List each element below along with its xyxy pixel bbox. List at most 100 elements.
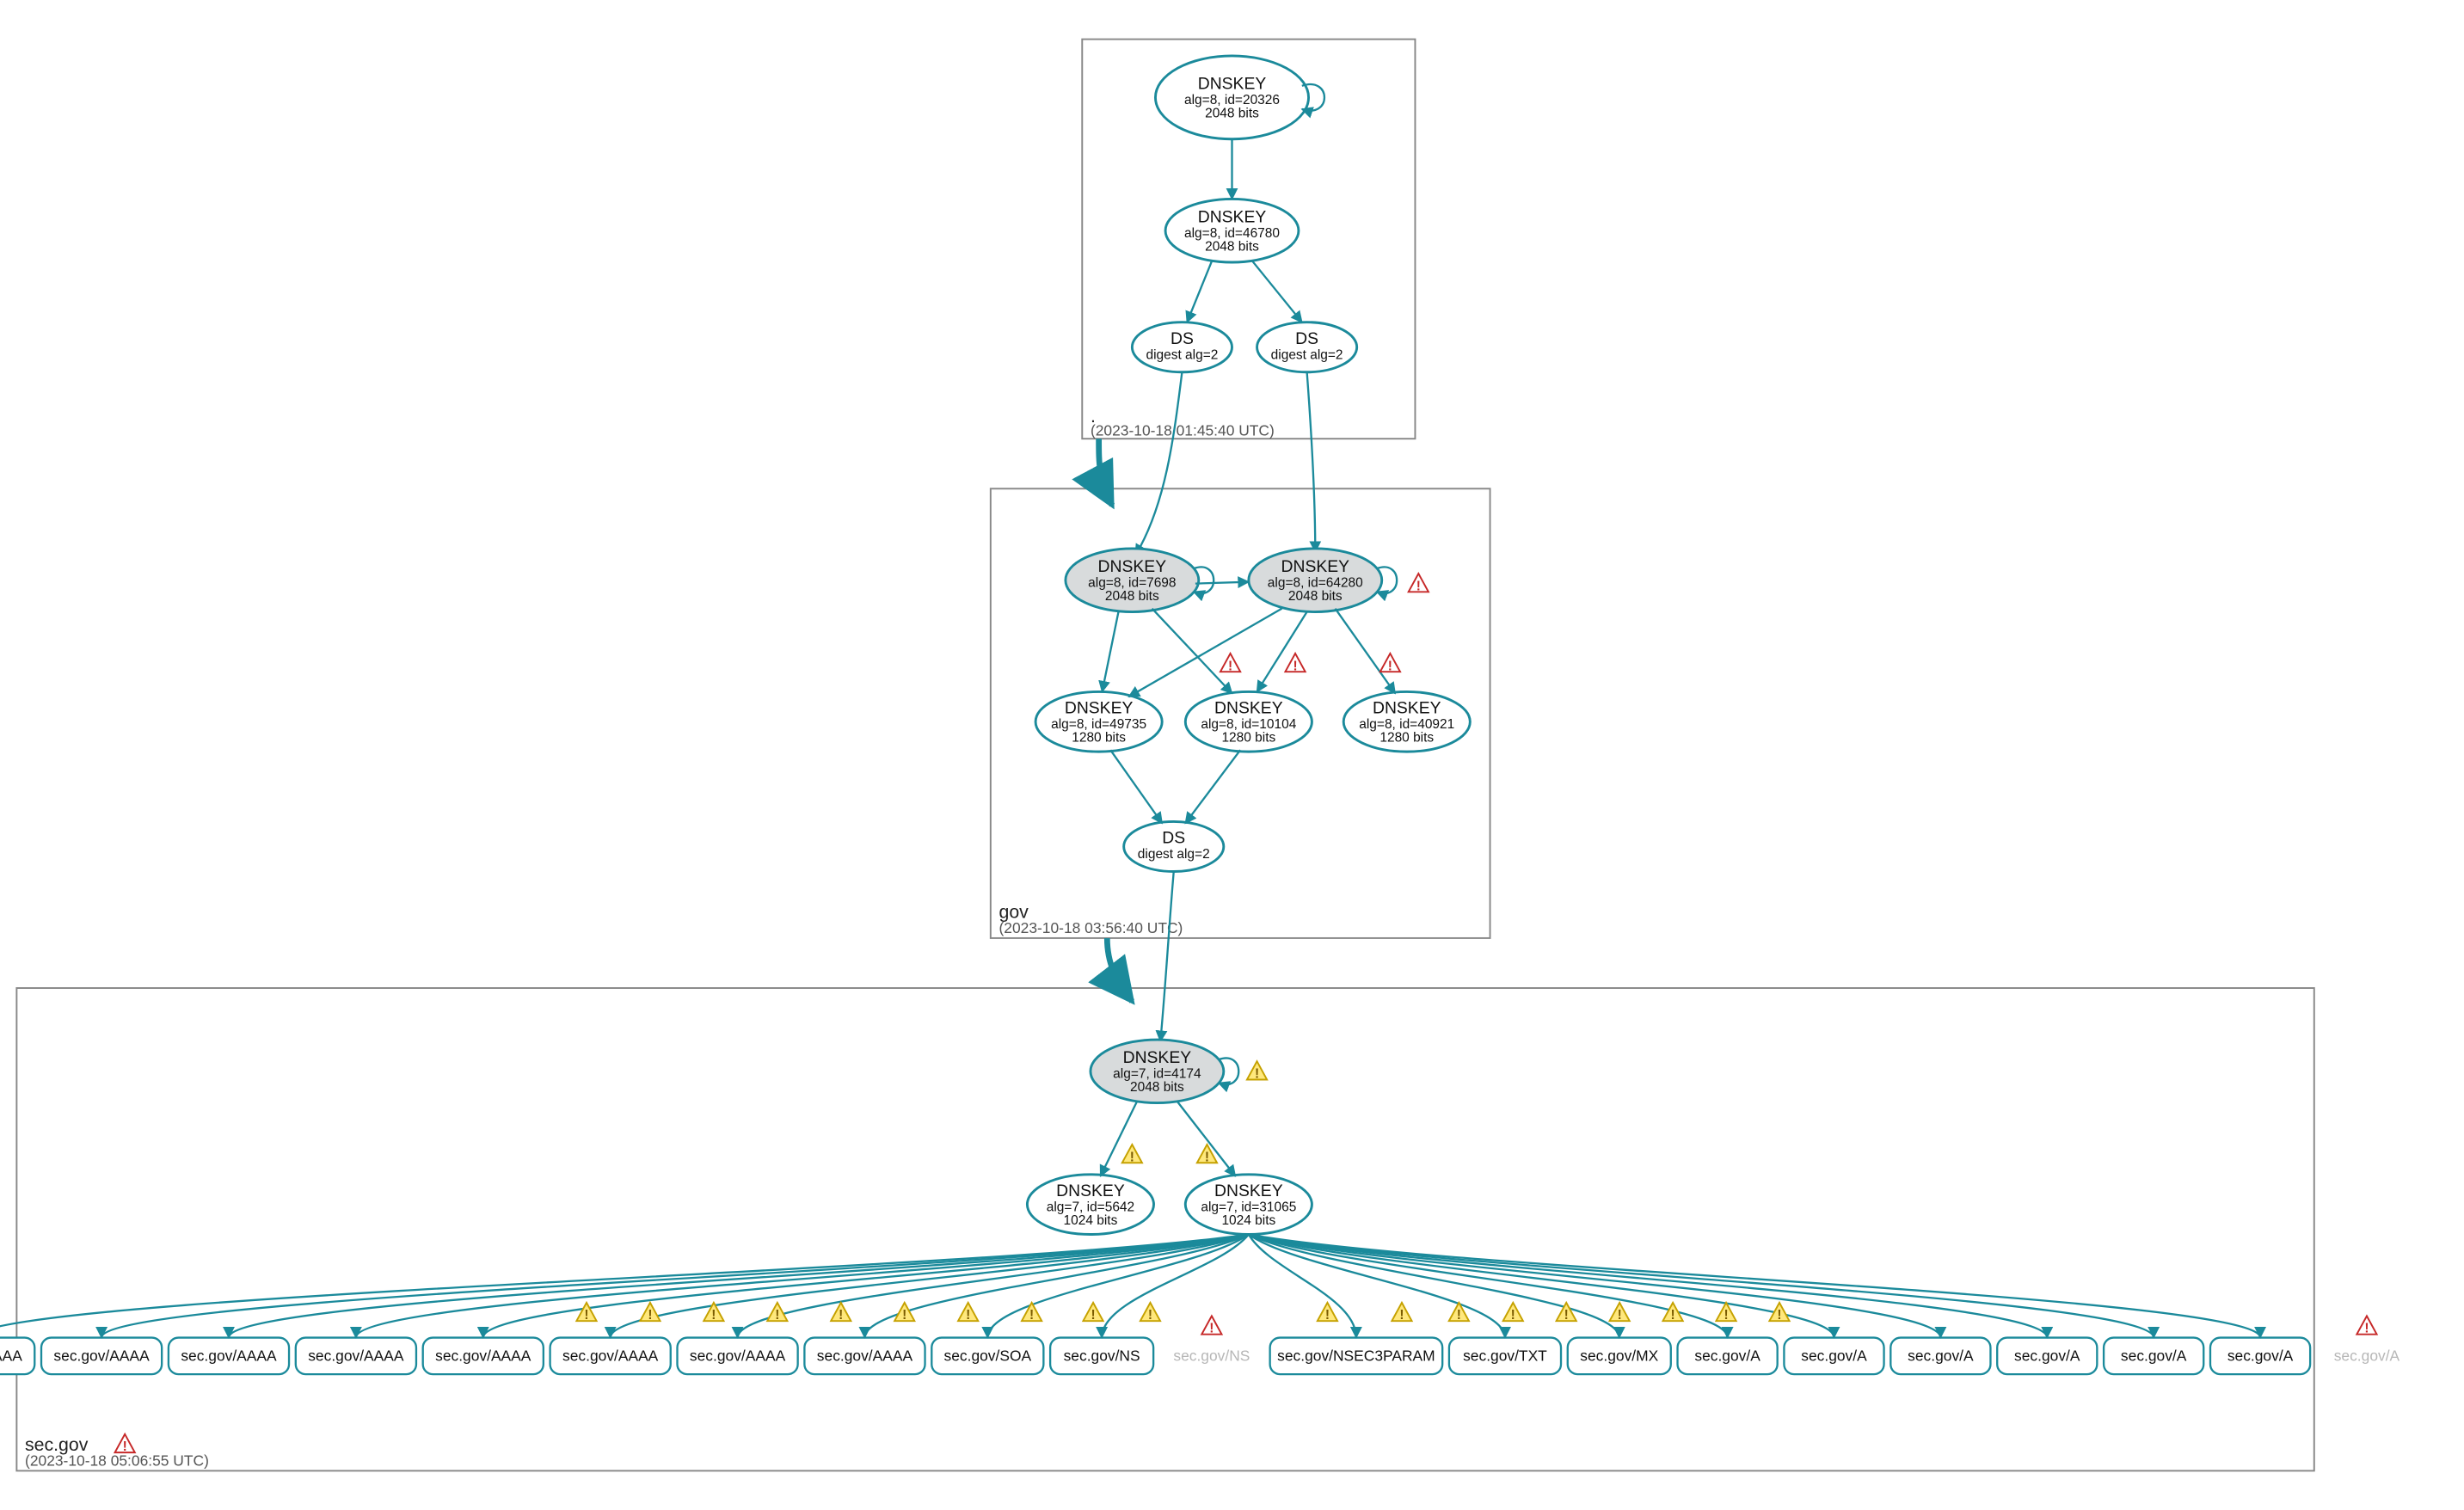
svg-text:!: ! <box>1293 659 1297 673</box>
warning-icon: ! <box>1122 1145 1142 1164</box>
warning-icon: ! <box>1247 1061 1267 1081</box>
svg-text:DNSKEY: DNSKEY <box>1098 557 1167 576</box>
gov-zsk1[interactable]: DNSKEY alg=8, id=49735 1280 bits <box>1035 691 1162 752</box>
svg-text:DNSKEY: DNSKEY <box>1065 699 1134 718</box>
svg-text:!: ! <box>1029 1308 1034 1323</box>
svg-text:DNSKEY: DNSKEY <box>1214 699 1283 718</box>
error-icon: ! <box>1380 654 1400 673</box>
svg-text:2048 bits: 2048 bits <box>1105 589 1159 604</box>
svg-text:!: ! <box>902 1308 906 1323</box>
svg-text:!: ! <box>711 1308 716 1323</box>
svg-text:alg=7, id=5642: alg=7, id=5642 <box>1047 1200 1134 1214</box>
rrset-label: sec.gov/A <box>2014 1347 2080 1365</box>
svg-text:1280 bits: 1280 bits <box>1379 731 1434 746</box>
sec-zsk2[interactable]: DNSKEY alg=7, id=31065 1024 bits <box>1185 1175 1312 1235</box>
svg-text:alg=8, id=49735: alg=8, id=49735 <box>1051 717 1146 732</box>
warning-icon: ! <box>576 1303 596 1323</box>
rrset-label: sec.gov/SOA <box>944 1347 1032 1365</box>
rrset-label: sec.gov/AAAA <box>690 1347 786 1365</box>
warning-icon: ! <box>1140 1303 1160 1323</box>
svg-text:1024 bits: 1024 bits <box>1221 1213 1275 1228</box>
error-icon: ! <box>1285 654 1305 673</box>
svg-text:2048 bits: 2048 bits <box>1205 239 1259 254</box>
gov-ksk2[interactable]: DNSKEY alg=8, id=64280 2048 bits <box>1249 549 1382 612</box>
gov-zsk2[interactable]: DNSKEY alg=8, id=10104 1280 bits <box>1185 691 1312 752</box>
svg-text:1280 bits: 1280 bits <box>1072 731 1126 746</box>
root-ds1[interactable]: DS digest alg=2 <box>1132 322 1232 372</box>
rrset-label: sec.gov/AAAA <box>817 1347 913 1365</box>
svg-text:!: ! <box>1388 659 1392 673</box>
svg-text:!: ! <box>1618 1308 1622 1323</box>
svg-text:alg=7, id=4174: alg=7, id=4174 <box>1113 1067 1201 1082</box>
svg-text:!: ! <box>1130 1150 1134 1164</box>
rrset-label: sec.gov/A <box>1694 1347 1760 1365</box>
gov-zsk3[interactable]: DNSKEY alg=8, id=40921 1280 bits <box>1343 691 1470 752</box>
rrset-label-dim: sec.gov/A <box>2334 1347 2400 1365</box>
svg-text:2048 bits: 2048 bits <box>1205 107 1259 121</box>
svg-text:DNSKEY: DNSKEY <box>1056 1182 1125 1200</box>
error-icon: ! <box>115 1434 135 1454</box>
error-icon: ! <box>2356 1316 2376 1335</box>
sec-ksk[interactable]: DNSKEY alg=7, id=4174 2048 bits <box>1091 1040 1224 1103</box>
warning-icon: ! <box>831 1303 851 1323</box>
svg-text:!: ! <box>1148 1308 1152 1323</box>
svg-text:alg=8, id=7698: alg=8, id=7698 <box>1088 575 1176 590</box>
svg-text:alg=8, id=20326: alg=8, id=20326 <box>1184 93 1280 107</box>
error-icon: ! <box>1409 574 1429 593</box>
svg-text:!: ! <box>775 1308 779 1323</box>
warning-icon: ! <box>1716 1303 1736 1323</box>
svg-text:!: ! <box>1325 1308 1330 1323</box>
svg-text:!: ! <box>123 1439 127 1454</box>
root-zsk[interactable]: DNSKEY alg=8, id=46780 2048 bits <box>1165 199 1299 262</box>
error-icon: ! <box>1201 1316 1221 1335</box>
warning-icon: ! <box>1083 1303 1103 1323</box>
svg-text:alg=7, id=31065: alg=7, id=31065 <box>1201 1200 1296 1214</box>
root-ds2[interactable]: DS digest alg=2 <box>1257 322 1357 372</box>
rrset-label: sec.gov/A <box>2227 1347 2294 1365</box>
svg-text:!: ! <box>648 1308 652 1323</box>
rrset-label: sec.gov/A <box>1801 1347 1867 1365</box>
rrset-label: sec.gov/TXT <box>1463 1347 1547 1365</box>
svg-text:alg=8, id=64280: alg=8, id=64280 <box>1268 575 1363 590</box>
sig-edge <box>101 1235 1249 1338</box>
svg-text:DS: DS <box>1295 329 1318 348</box>
svg-text:!: ! <box>1399 1308 1404 1323</box>
svg-text:digest alg=2: digest alg=2 <box>1271 347 1343 362</box>
svg-text:DS: DS <box>1162 829 1185 848</box>
svg-text:alg=8, id=46780: alg=8, id=46780 <box>1184 226 1280 241</box>
sec-zsk1[interactable]: DNSKEY alg=7, id=5642 1024 bits <box>1027 1175 1153 1235</box>
error-icon: ! <box>1220 654 1240 673</box>
svg-text:2048 bits: 2048 bits <box>1130 1080 1184 1095</box>
svg-text:DNSKEY: DNSKEY <box>1281 557 1350 576</box>
rrset-label: sec.gov/AAAA <box>181 1347 277 1365</box>
svg-text:!: ! <box>1205 1150 1209 1164</box>
rrset-label: sec.gov/AAAA <box>308 1347 404 1365</box>
svg-text:!: ! <box>1228 659 1232 673</box>
warning-icon: ! <box>958 1303 978 1323</box>
gov-ds[interactable]: DS digest alg=2 <box>1124 821 1224 871</box>
gov-ksk1[interactable]: DNSKEY alg=8, id=7698 2048 bits <box>1066 549 1199 612</box>
rrset-label: sec.gov/NSEC3PARAM <box>1277 1347 1435 1365</box>
svg-text:DNSKEY: DNSKEY <box>1373 699 1441 718</box>
warning-icon: ! <box>1503 1303 1523 1323</box>
svg-text:1024 bits: 1024 bits <box>1064 1213 1118 1228</box>
rrset-label: sec.gov/A <box>1908 1347 1974 1365</box>
rrset-label: sec.gov/AAAA <box>0 1347 22 1365</box>
svg-text:DNSKEY: DNSKEY <box>1123 1048 1192 1067</box>
svg-text:digest alg=2: digest alg=2 <box>1146 347 1218 362</box>
zone-sec-ts: (2023-10-18 05:06:55 UTC) <box>25 1452 209 1470</box>
svg-text:DS: DS <box>1171 329 1194 348</box>
svg-text:digest alg=2: digest alg=2 <box>1138 847 1210 862</box>
svg-text:!: ! <box>839 1308 843 1323</box>
warning-icon: ! <box>894 1303 914 1323</box>
svg-text:!: ! <box>1091 1308 1095 1323</box>
rrset-label: sec.gov/MX <box>1580 1347 1658 1365</box>
svg-text:DNSKEY: DNSKEY <box>1214 1182 1283 1200</box>
warning-icon: ! <box>1610 1303 1630 1323</box>
deleg-root-gov <box>1099 439 1112 505</box>
svg-text:!: ! <box>1255 1067 1259 1082</box>
svg-text:!: ! <box>1777 1308 1781 1323</box>
root-ksk[interactable]: DNSKEY alg=8, id=20326 2048 bits <box>1155 56 1308 139</box>
svg-text:!: ! <box>966 1308 970 1323</box>
svg-text:2048 bits: 2048 bits <box>1288 589 1343 604</box>
